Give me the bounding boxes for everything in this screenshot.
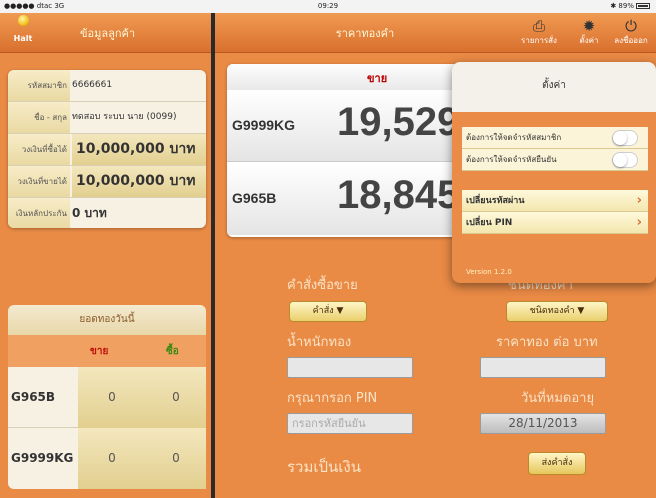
price-per-baht-label: ราคาทอง ต่อ บาท xyxy=(496,335,598,350)
halt-light-icon xyxy=(17,15,29,26)
right-header: ราคาทองคำ ⎙ รายการสั่ง ✹ ตั้งค่า ⏻ ลงชื่… xyxy=(215,13,656,53)
status-bar: ●●●●● dtac 3G 09:29 ✱ 89% xyxy=(0,0,656,13)
change-pin-item[interactable]: เปลี่ยน PIN › xyxy=(462,212,648,234)
sell-price: 18,845 xyxy=(337,173,460,217)
order-list-button[interactable]: ⎙ รายการสั่ง xyxy=(517,17,561,47)
power-icon: ⏻ xyxy=(625,17,637,35)
member-info-card: รหัสสมาชิก 6666661 ชื่อ - สกุล ทดสอบ ระบ… xyxy=(8,70,206,228)
change-pin-label: เปลี่ยน PIN xyxy=(466,218,513,228)
member-value: 6666661 xyxy=(72,80,113,90)
today-columns: ขาย ซื้อ xyxy=(8,335,206,367)
price-panel: ขาย G9999KG 19,529 G965B 18,845 xyxy=(227,64,467,237)
settings-popover: ตั้งค่า ต้องการให้จดจำรหัสสมาชิก ต้องการ… xyxy=(452,62,656,283)
member-row: เงินหลักประกัน 0 บาท xyxy=(8,198,206,228)
member-key: รหัสสมาชิก xyxy=(8,70,70,101)
today-table: G965B 0 0 G9999KG 0 0 xyxy=(8,367,206,489)
member-key: เงินหลักประกัน xyxy=(8,198,70,228)
member-row: วงเงินที่ซื้อได้ 10,000,000 บาท xyxy=(8,134,206,166)
sell-amount: 0 xyxy=(78,428,146,489)
weight-input[interactable] xyxy=(287,357,413,378)
pin-input[interactable]: กรอกรหัสยืนยัน xyxy=(287,413,413,434)
remember-pin-toggle[interactable] xyxy=(612,152,638,168)
change-password-item[interactable]: เปลี่ยนรหัสผ่าน › xyxy=(462,190,648,212)
gold-name: G9999KG xyxy=(11,451,74,465)
member-value: 10,000,000 บาท xyxy=(72,134,206,165)
total-label: รวมเป็นเงิน xyxy=(287,458,361,476)
expiry-label: วันที่หมดอายุ xyxy=(521,391,595,406)
buy-amount: 0 xyxy=(146,367,206,428)
weight-label: น้ำหนักทอง xyxy=(287,335,352,350)
member-value: 0 บาท xyxy=(72,206,107,220)
halt-button[interactable]: Halt xyxy=(8,15,38,45)
chevron-right-icon: › xyxy=(636,215,642,230)
table-row: G965B 0 0 xyxy=(8,367,206,428)
member-row: ชื่อ - สกุล ทดสอบ ระบบ นาย (0099) xyxy=(8,102,206,134)
member-row: วงเงินที่ขายได้ 10,000,000 บาท xyxy=(8,166,206,198)
chevron-right-icon: › xyxy=(636,193,642,208)
gold-name: G965B xyxy=(232,190,277,206)
price-column-header: ขาย xyxy=(227,64,467,90)
battery-icon xyxy=(636,3,650,9)
price-row[interactable]: G965B 18,845 xyxy=(227,163,467,235)
left-header: Halt ข้อมูลลูกค้า xyxy=(0,13,211,53)
clock-text: 09:29 xyxy=(317,2,339,10)
member-value: ทดสอบ ระบบ นาย (0099) xyxy=(72,112,177,122)
panel-divider xyxy=(211,13,215,498)
logout-label: ลงชื่อออก xyxy=(614,36,648,45)
remember-pin-row: ต้องการให้จดจำรหัสยืนยัน xyxy=(462,149,648,171)
change-password-label: เปลี่ยนรหัสผ่าน xyxy=(466,196,525,206)
version-text: Version 1.2.0 xyxy=(466,268,512,276)
gold-type-dropdown[interactable]: ชนิดทองคำ ▼ xyxy=(506,301,608,322)
table-row: G9999KG 0 0 xyxy=(8,428,206,489)
settings-label: ตั้งค่า xyxy=(579,36,599,45)
member-key: วงเงินที่ขายได้ xyxy=(8,166,70,197)
buy-column-label: ซื้อ xyxy=(166,346,179,357)
toggle-label: ต้องการให้จดจำรหัสยืนยัน xyxy=(466,155,557,164)
today-gold-header: ยอดทองวันนี้ xyxy=(8,305,206,335)
command-label: คำสั่งซื้อขาย xyxy=(287,278,358,293)
remember-member-toggle[interactable] xyxy=(612,130,638,146)
gold-name: G9999KG xyxy=(232,117,296,133)
settings-button[interactable]: ✹ ตั้งค่า xyxy=(567,17,611,47)
battery-text: ✱ 89% xyxy=(610,2,634,10)
toggle-label: ต้องการให้จดจำรหัสสมาชิก xyxy=(466,133,562,142)
send-order-button[interactable]: ส่งคำสั่ง xyxy=(528,452,586,475)
buy-amount: 0 xyxy=(146,428,206,489)
member-key: ชื่อ - สกุล xyxy=(8,102,70,133)
sell-amount: 0 xyxy=(78,367,146,428)
logout-button[interactable]: ⏻ ลงชื่อออก xyxy=(609,17,653,47)
customer-info-title: ข้อมูลลูกค้า xyxy=(80,27,136,40)
gear-icon: ✹ xyxy=(582,17,596,35)
popover-title: ตั้งค่า xyxy=(452,62,656,112)
price-input[interactable] xyxy=(480,357,606,378)
halt-label: Halt xyxy=(13,34,33,43)
gold-price-title: ราคาทองคำ xyxy=(335,27,395,40)
member-row: รหัสสมาชิก 6666661 xyxy=(8,70,206,102)
member-key: วงเงินที่ซื้อได้ xyxy=(8,134,70,165)
price-row[interactable]: G9999KG 19,529 xyxy=(227,90,467,162)
sell-price: 19,529 xyxy=(337,100,460,144)
member-value: 10,000,000 บาท xyxy=(72,166,206,197)
order-list-label: รายการสั่ง xyxy=(521,36,557,45)
command-dropdown[interactable]: คำสั่ง ▼ xyxy=(289,301,367,322)
battery-indicator: ✱ 89% xyxy=(610,2,650,10)
pin-label: กรุณากรอก PIN xyxy=(287,391,378,406)
sell-header: ขาย xyxy=(367,72,388,85)
sell-column-label: ขาย xyxy=(90,346,109,357)
inbox-icon: ⎙ xyxy=(532,17,545,35)
expiry-date-field[interactable]: 28/11/2013 xyxy=(480,413,606,434)
gold-name: G965B xyxy=(11,390,56,404)
remember-member-row: ต้องการให้จดจำรหัสสมาชิก xyxy=(462,127,648,149)
